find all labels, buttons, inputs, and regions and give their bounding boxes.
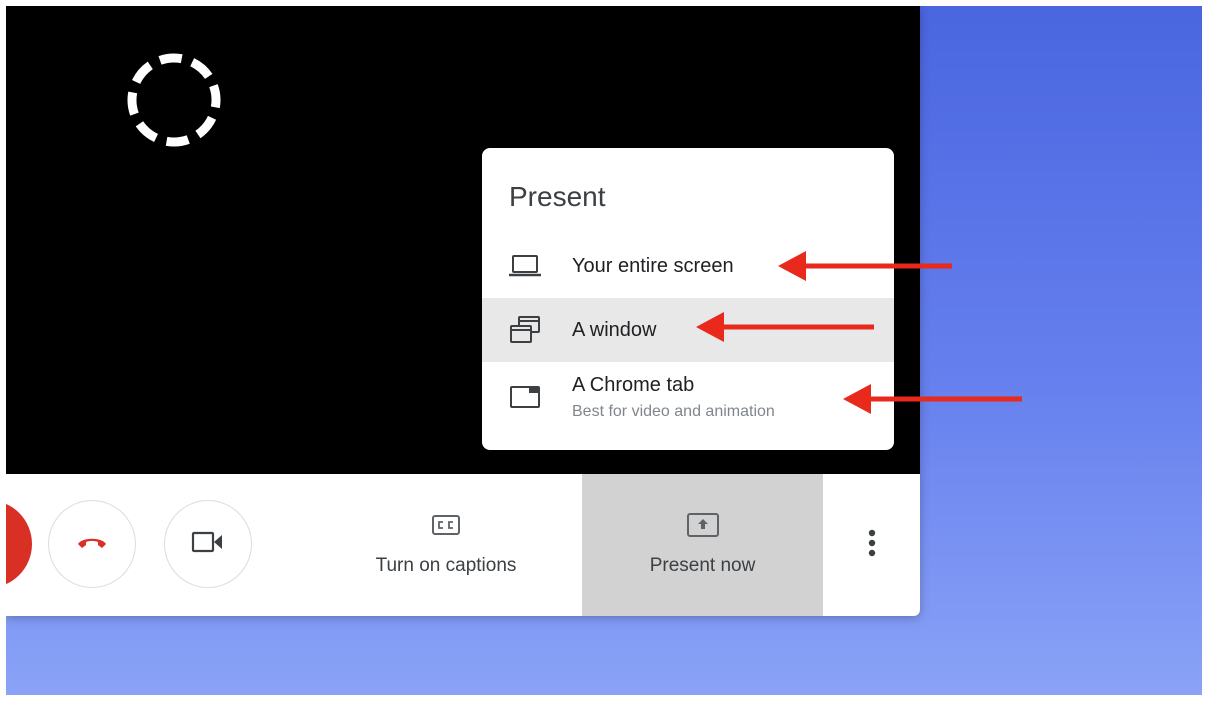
menu-item-chrome-tab[interactable]: A Chrome tab Best for video and animatio… [482, 362, 894, 432]
desktop-background: Turn on captions Present now Present You… [6, 6, 1202, 695]
menu-item-label: Your entire screen [572, 254, 734, 277]
more-vertical-icon [868, 529, 876, 562]
browser-tab-icon [508, 382, 542, 412]
laptop-icon [508, 251, 542, 281]
menu-item-label: A window [572, 318, 657, 341]
phone-hangup-icon [76, 534, 108, 555]
video-camera-icon [191, 530, 225, 559]
window-icon [508, 315, 542, 345]
menu-item-a-window[interactable]: A window [482, 298, 894, 362]
camera-button[interactable] [164, 500, 252, 588]
meet-call-window: Turn on captions Present now Present You… [6, 6, 920, 616]
present-menu-title: Present [509, 181, 606, 212]
present-now-button[interactable]: Present now [582, 474, 823, 616]
menu-item-entire-screen[interactable]: Your entire screen [482, 234, 894, 298]
captions-label: Turn on captions [375, 554, 517, 576]
mic-off-button[interactable] [6, 500, 32, 588]
call-control-bar: Turn on captions Present now [6, 474, 920, 616]
turn-on-captions-button[interactable]: Turn on captions [346, 474, 546, 616]
hang-up-button[interactable] [48, 500, 136, 588]
present-menu: Present Your entire screen A window A Ch… [482, 148, 894, 450]
loading-spinner [118, 44, 230, 156]
closed-captions-icon [431, 514, 461, 542]
present-screen-icon [686, 512, 720, 544]
menu-item-label: A Chrome tab [572, 373, 695, 396]
present-now-label: Present now [649, 554, 756, 576]
more-options-button[interactable] [852, 520, 892, 570]
menu-item-sublabel: Best for video and animation [572, 402, 775, 420]
